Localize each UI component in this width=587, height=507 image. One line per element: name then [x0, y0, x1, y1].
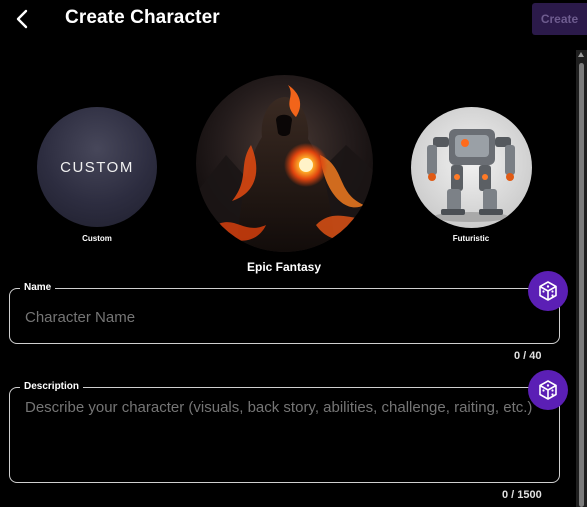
character-description-input[interactable]	[25, 399, 545, 475]
name-char-counter: 0 / 40	[514, 350, 542, 362]
custom-genre-label: Custom	[82, 234, 112, 243]
epic-fantasy-label: Epic Fantasy	[246, 260, 322, 274]
description-char-counter: 0 / 1500	[502, 489, 542, 501]
randomize-name-button[interactable]	[528, 271, 568, 311]
robot-illustration	[411, 107, 532, 228]
character-name-input[interactable]	[25, 306, 545, 328]
scroll-up-arrow-icon[interactable]	[578, 52, 584, 57]
description-field[interactable]: Description	[9, 381, 560, 483]
randomize-description-button[interactable]	[528, 370, 568, 410]
futuristic-image[interactable]	[411, 107, 532, 228]
dice-icon	[539, 380, 557, 400]
page-title: Create Character	[65, 7, 220, 28]
custom-genre-circle[interactable]: CUSTOM	[37, 107, 157, 227]
header-bar: Create Character Create	[0, 0, 587, 38]
description-field-legend: Description	[20, 381, 84, 392]
create-button[interactable]: Create	[532, 3, 587, 35]
dice-icon	[539, 281, 557, 301]
scrollbar-thumb[interactable]	[579, 63, 584, 507]
name-field[interactable]: Name	[9, 282, 560, 344]
fire-wizard-illustration	[196, 75, 373, 252]
futuristic-label: Futuristic	[452, 234, 490, 243]
custom-circle-text: CUSTOM	[60, 158, 134, 176]
scrollbar[interactable]	[576, 50, 587, 507]
name-field-legend: Name	[20, 282, 56, 293]
epic-fantasy-image[interactable]	[196, 75, 373, 252]
chevron-left-icon	[16, 9, 28, 29]
back-button[interactable]	[12, 7, 34, 31]
